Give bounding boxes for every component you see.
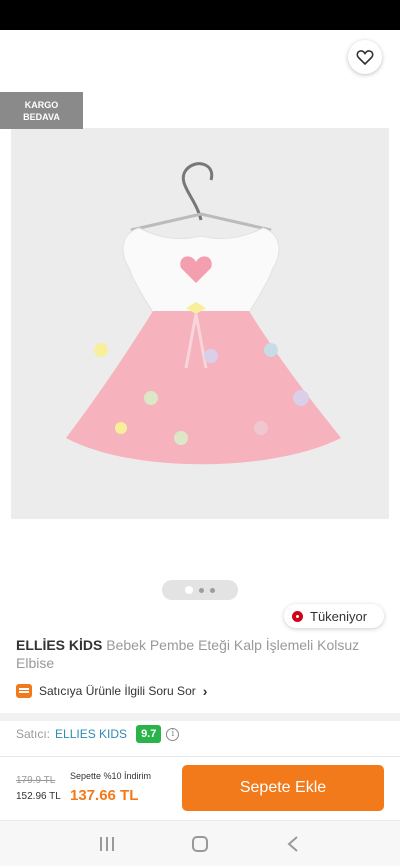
base-price: 152.96 TL xyxy=(16,791,61,802)
top-bar xyxy=(0,30,400,86)
seller-name-link[interactable]: ELLIES KIDS xyxy=(55,727,127,741)
add-to-cart-button[interactable]: Sepete Ekle xyxy=(182,765,384,811)
cart-price: 137.66 TL xyxy=(70,787,139,804)
seller-label: Satıcı: xyxy=(16,727,51,741)
cargo-badge-line2: BEDAVA xyxy=(23,111,60,122)
product-title: ELLİES KİDS Bebek Pembe Eteği Kalp İşlem… xyxy=(16,636,386,672)
free-cargo-badge: KARGO BEDAVA xyxy=(0,92,83,129)
pagination-dot-active[interactable] xyxy=(185,586,193,594)
chevron-right-icon: › xyxy=(202,683,208,699)
ask-seller-link[interactable]: Satıcıya Ürünle İlgili Soru Sor › xyxy=(16,682,207,700)
recents-button[interactable] xyxy=(87,824,127,864)
dress-illustration xyxy=(11,128,389,519)
share-button[interactable] xyxy=(298,40,334,76)
favorite-button[interactable] xyxy=(348,40,382,74)
pagination-dot[interactable] xyxy=(210,587,215,593)
system-nav-bar xyxy=(0,820,400,866)
recents-icon xyxy=(99,836,114,851)
seller-info: Satıcı: ELLIES KIDS 9.7 i xyxy=(16,723,180,745)
ask-seller-label: Satıcıya Ürünle İlgili Soru Sor xyxy=(39,684,196,698)
back-arrow-icon xyxy=(23,51,39,65)
stock-status-label: Tükeniyor xyxy=(310,608,368,624)
bottom-divider xyxy=(0,756,400,757)
home-button[interactable] xyxy=(180,824,220,864)
product-photo[interactable] xyxy=(11,128,389,519)
old-price: 179.9 TL xyxy=(16,775,56,786)
nav-back-button[interactable] xyxy=(273,824,313,864)
cargo-badge-line1: KARGO xyxy=(24,99,59,110)
gallery-pagination[interactable] xyxy=(162,580,238,600)
home-icon xyxy=(191,835,208,852)
chat-icon xyxy=(16,684,32,698)
stock-status-badge: Tükeniyor xyxy=(284,604,384,628)
brand-name[interactable]: ELLİES KİDS xyxy=(16,637,102,653)
info-icon[interactable]: i xyxy=(166,727,180,741)
section-divider xyxy=(0,713,400,721)
pagination-dot[interactable] xyxy=(199,587,204,593)
nav-back-icon xyxy=(287,835,298,852)
seller-score-badge: 9.7 xyxy=(136,725,162,743)
heart-icon xyxy=(356,50,374,65)
share-icon xyxy=(308,49,324,67)
back-button[interactable] xyxy=(14,40,50,76)
stock-alert-icon xyxy=(292,610,303,622)
cart-discount-label: Sepette %10 İndirim xyxy=(70,771,152,781)
status-bar xyxy=(0,0,400,30)
